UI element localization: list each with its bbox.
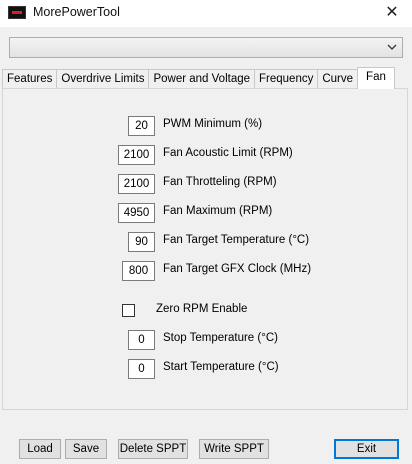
title-bar: MorePowerTool ✕	[0, 0, 412, 27]
load-button[interactable]: Load	[19, 439, 61, 459]
tab-fan[interactable]: Fan	[357, 67, 395, 89]
fan-target-gfx-clock-label: Fan Target GFX Clock (MHz)	[163, 263, 312, 275]
start-temperature-label: Start Temperature (°C)	[163, 361, 279, 373]
tab-power-and-voltage[interactable]: Power and Voltage	[148, 69, 255, 88]
stop-temperature-row: 0 Stop Temperature (°C)	[0, 330, 412, 350]
stop-temperature-input[interactable]: 0	[128, 330, 155, 350]
tab-strip: Features Overdrive Limits Power and Volt…	[2, 67, 395, 89]
save-button[interactable]: Save	[65, 439, 107, 459]
close-icon: ✕	[385, 4, 399, 21]
pwm-minimum-input[interactable]: 20	[128, 116, 155, 136]
app-logo-icon	[8, 6, 26, 19]
close-button[interactable]: ✕	[372, 0, 412, 27]
fan-target-temperature-row: 90 Fan Target Temperature (°C)	[0, 232, 412, 252]
start-temperature-row: 0 Start Temperature (°C)	[0, 359, 412, 379]
fan-maximum-input[interactable]: 4950	[118, 203, 155, 223]
fan-maximum-row: 4950 Fan Maximum (RPM)	[0, 203, 412, 223]
fan-acoustic-limit-input[interactable]: 2100	[118, 145, 155, 165]
gpu-select-dropdown[interactable]	[9, 37, 403, 58]
tab-frequency[interactable]: Frequency	[254, 69, 318, 88]
start-temperature-input[interactable]: 0	[128, 359, 155, 379]
app-window: MorePowerTool ✕ Features Overdrive Limit…	[0, 0, 412, 464]
stop-temperature-label: Stop Temperature (°C)	[163, 332, 278, 344]
fan-throttling-input[interactable]: 2100	[118, 174, 155, 194]
exit-button[interactable]: Exit	[334, 439, 399, 459]
fan-target-temperature-label: Fan Target Temperature (°C)	[163, 234, 310, 246]
fan-acoustic-limit-row: 2100 Fan Acoustic Limit (RPM)	[0, 145, 412, 165]
zero-rpm-label: Zero RPM Enable	[156, 303, 248, 315]
fan-target-gfx-clock-row: 800 Fan Target GFX Clock (MHz)	[0, 261, 412, 281]
fan-target-temperature-input[interactable]: 90	[128, 232, 155, 252]
zero-rpm-checkbox[interactable]	[122, 304, 135, 317]
fan-throttling-row: 2100 Fan Throtteling (RPM)	[0, 174, 412, 194]
pwm-minimum-label: PWM Minimum (%)	[163, 118, 263, 130]
fan-acoustic-limit-label: Fan Acoustic Limit (RPM)	[163, 147, 293, 159]
pwm-minimum-row: 20 PWM Minimum (%)	[0, 116, 412, 136]
tab-overdrive-limits[interactable]: Overdrive Limits	[56, 69, 149, 88]
fan-maximum-label: Fan Maximum (RPM)	[163, 205, 273, 217]
fan-target-gfx-clock-input[interactable]: 800	[122, 261, 155, 281]
window-title: MorePowerTool	[33, 5, 120, 19]
chevron-down-icon	[387, 44, 397, 50]
tab-curve[interactable]: Curve	[317, 69, 358, 88]
write-sppt-button[interactable]: Write SPPT	[199, 439, 269, 459]
delete-sppt-button[interactable]: Delete SPPT	[118, 439, 188, 459]
tab-features[interactable]: Features	[2, 69, 57, 88]
fan-throttling-label: Fan Throtteling (RPM)	[163, 176, 277, 188]
